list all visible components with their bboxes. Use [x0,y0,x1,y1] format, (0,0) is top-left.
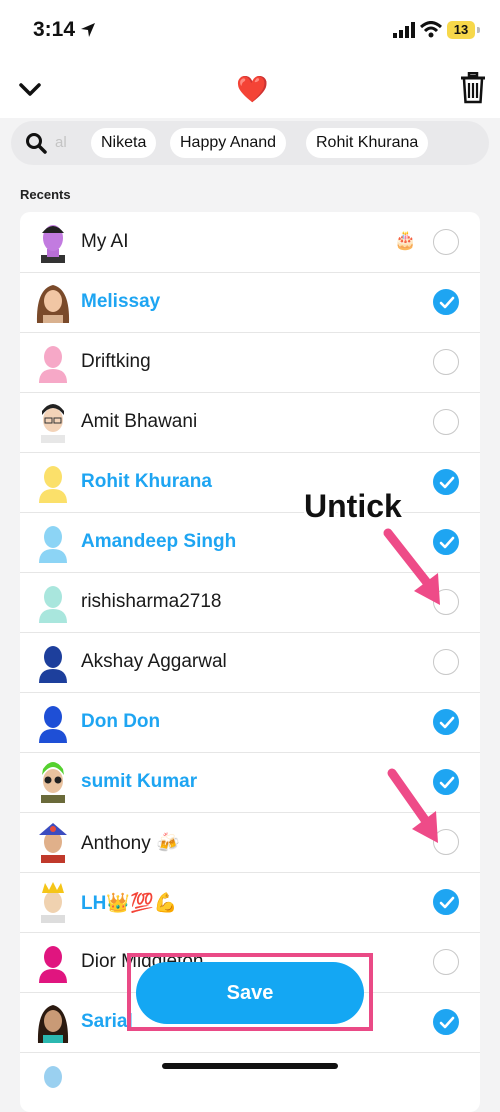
contact-name: Sarial [81,1011,133,1032]
select-checkbox[interactable] [433,409,459,435]
list-item[interactable]: LH👑💯💪 [20,872,480,933]
recipient-chip[interactable]: Happy Anand [170,128,287,158]
contact-name: sumit Kumar [81,771,198,792]
section-label-recents: Recents [20,187,71,202]
contact-name: My AI [81,231,129,252]
contact-name: Anthony 🍻 [81,833,180,854]
battery-level: 13 [447,21,475,39]
avatar-placeholder [33,641,73,683]
avatar-placeholder [33,341,73,383]
recipient-chip[interactable]: Niketa [91,128,157,158]
battery-tip [477,27,480,33]
search-bar[interactable]: al Niketa Happy Anand Rohit Khurana [11,121,489,165]
trash-icon[interactable] [460,71,486,109]
contact-name: rishisharma2718 [81,591,222,612]
search-input[interactable]: al [55,134,83,151]
home-indicator[interactable] [162,1063,338,1069]
list-item[interactable]: Amit Bhawani [20,392,480,453]
avatar-placeholder [33,461,73,503]
list-item[interactable]: Akshay Aggarwal [20,632,480,693]
annotation-arrow-icon [383,528,440,605]
select-checkbox-checked[interactable] [433,1009,459,1035]
chevron-down-icon[interactable] [17,76,43,107]
bitmoji-avatar [33,281,73,323]
save-button[interactable]: Save [136,962,364,1024]
contact-name: Akshay Aggarwal [81,651,227,672]
status-bar: 3:14 13 [0,0,500,60]
avatar-placeholder [33,701,73,743]
contact-name: Amandeep Singh [81,531,237,552]
select-checkbox[interactable] [433,349,459,375]
select-checkbox[interactable] [433,229,459,255]
bitmoji-avatar [33,881,73,923]
wifi-icon [419,21,443,44]
list-item[interactable] [20,1052,480,1112]
select-checkbox-checked[interactable] [433,709,459,735]
select-checkbox-checked[interactable] [433,889,459,915]
contact-name: Rohit Khurana [81,471,212,492]
recipient-chip[interactable]: Rohit Khurana [306,128,429,158]
contact-name: Melissay [81,291,161,312]
list-item[interactable]: Driftking [20,332,480,393]
contact-name: Don Don [81,711,161,732]
bitmoji-avatar [33,761,73,803]
contact-badge: 🎂 [394,230,417,250]
annotation-arrow-icon [387,768,438,843]
header: ❤️ [0,60,500,118]
status-time: 3:14 [33,18,76,41]
select-checkbox-checked[interactable] [433,289,459,315]
avatar-placeholder [33,581,73,623]
select-checkbox[interactable] [433,649,459,675]
bitmoji-avatar [33,821,73,863]
annotation-untick-label: Untick [304,488,402,524]
contact-name: LH👑💯💪 [81,893,178,914]
avatar-placeholder [33,1061,73,1103]
cellular-signal-icon [393,22,415,43]
bitmoji-avatar [33,1001,73,1043]
list-item[interactable]: Rohit Khurana [20,452,480,513]
search-icon [25,132,47,159]
avatar-placeholder [33,521,73,563]
list-item[interactable]: Melissay [20,272,480,333]
contact-name: Driftking [81,351,151,372]
contact-name: Amit Bhawani [81,411,198,432]
location-arrow-icon [80,22,96,43]
select-checkbox[interactable] [433,949,459,975]
bitmoji-avatar [33,401,73,443]
avatar-placeholder [33,941,73,983]
bitmoji-avatar [33,221,73,263]
heart-emoji: ❤️ [236,74,269,104]
list-item[interactable]: Don Don [20,692,480,753]
select-checkbox-checked[interactable] [433,469,459,495]
list-item[interactable]: My AI 🎂 [20,212,480,273]
